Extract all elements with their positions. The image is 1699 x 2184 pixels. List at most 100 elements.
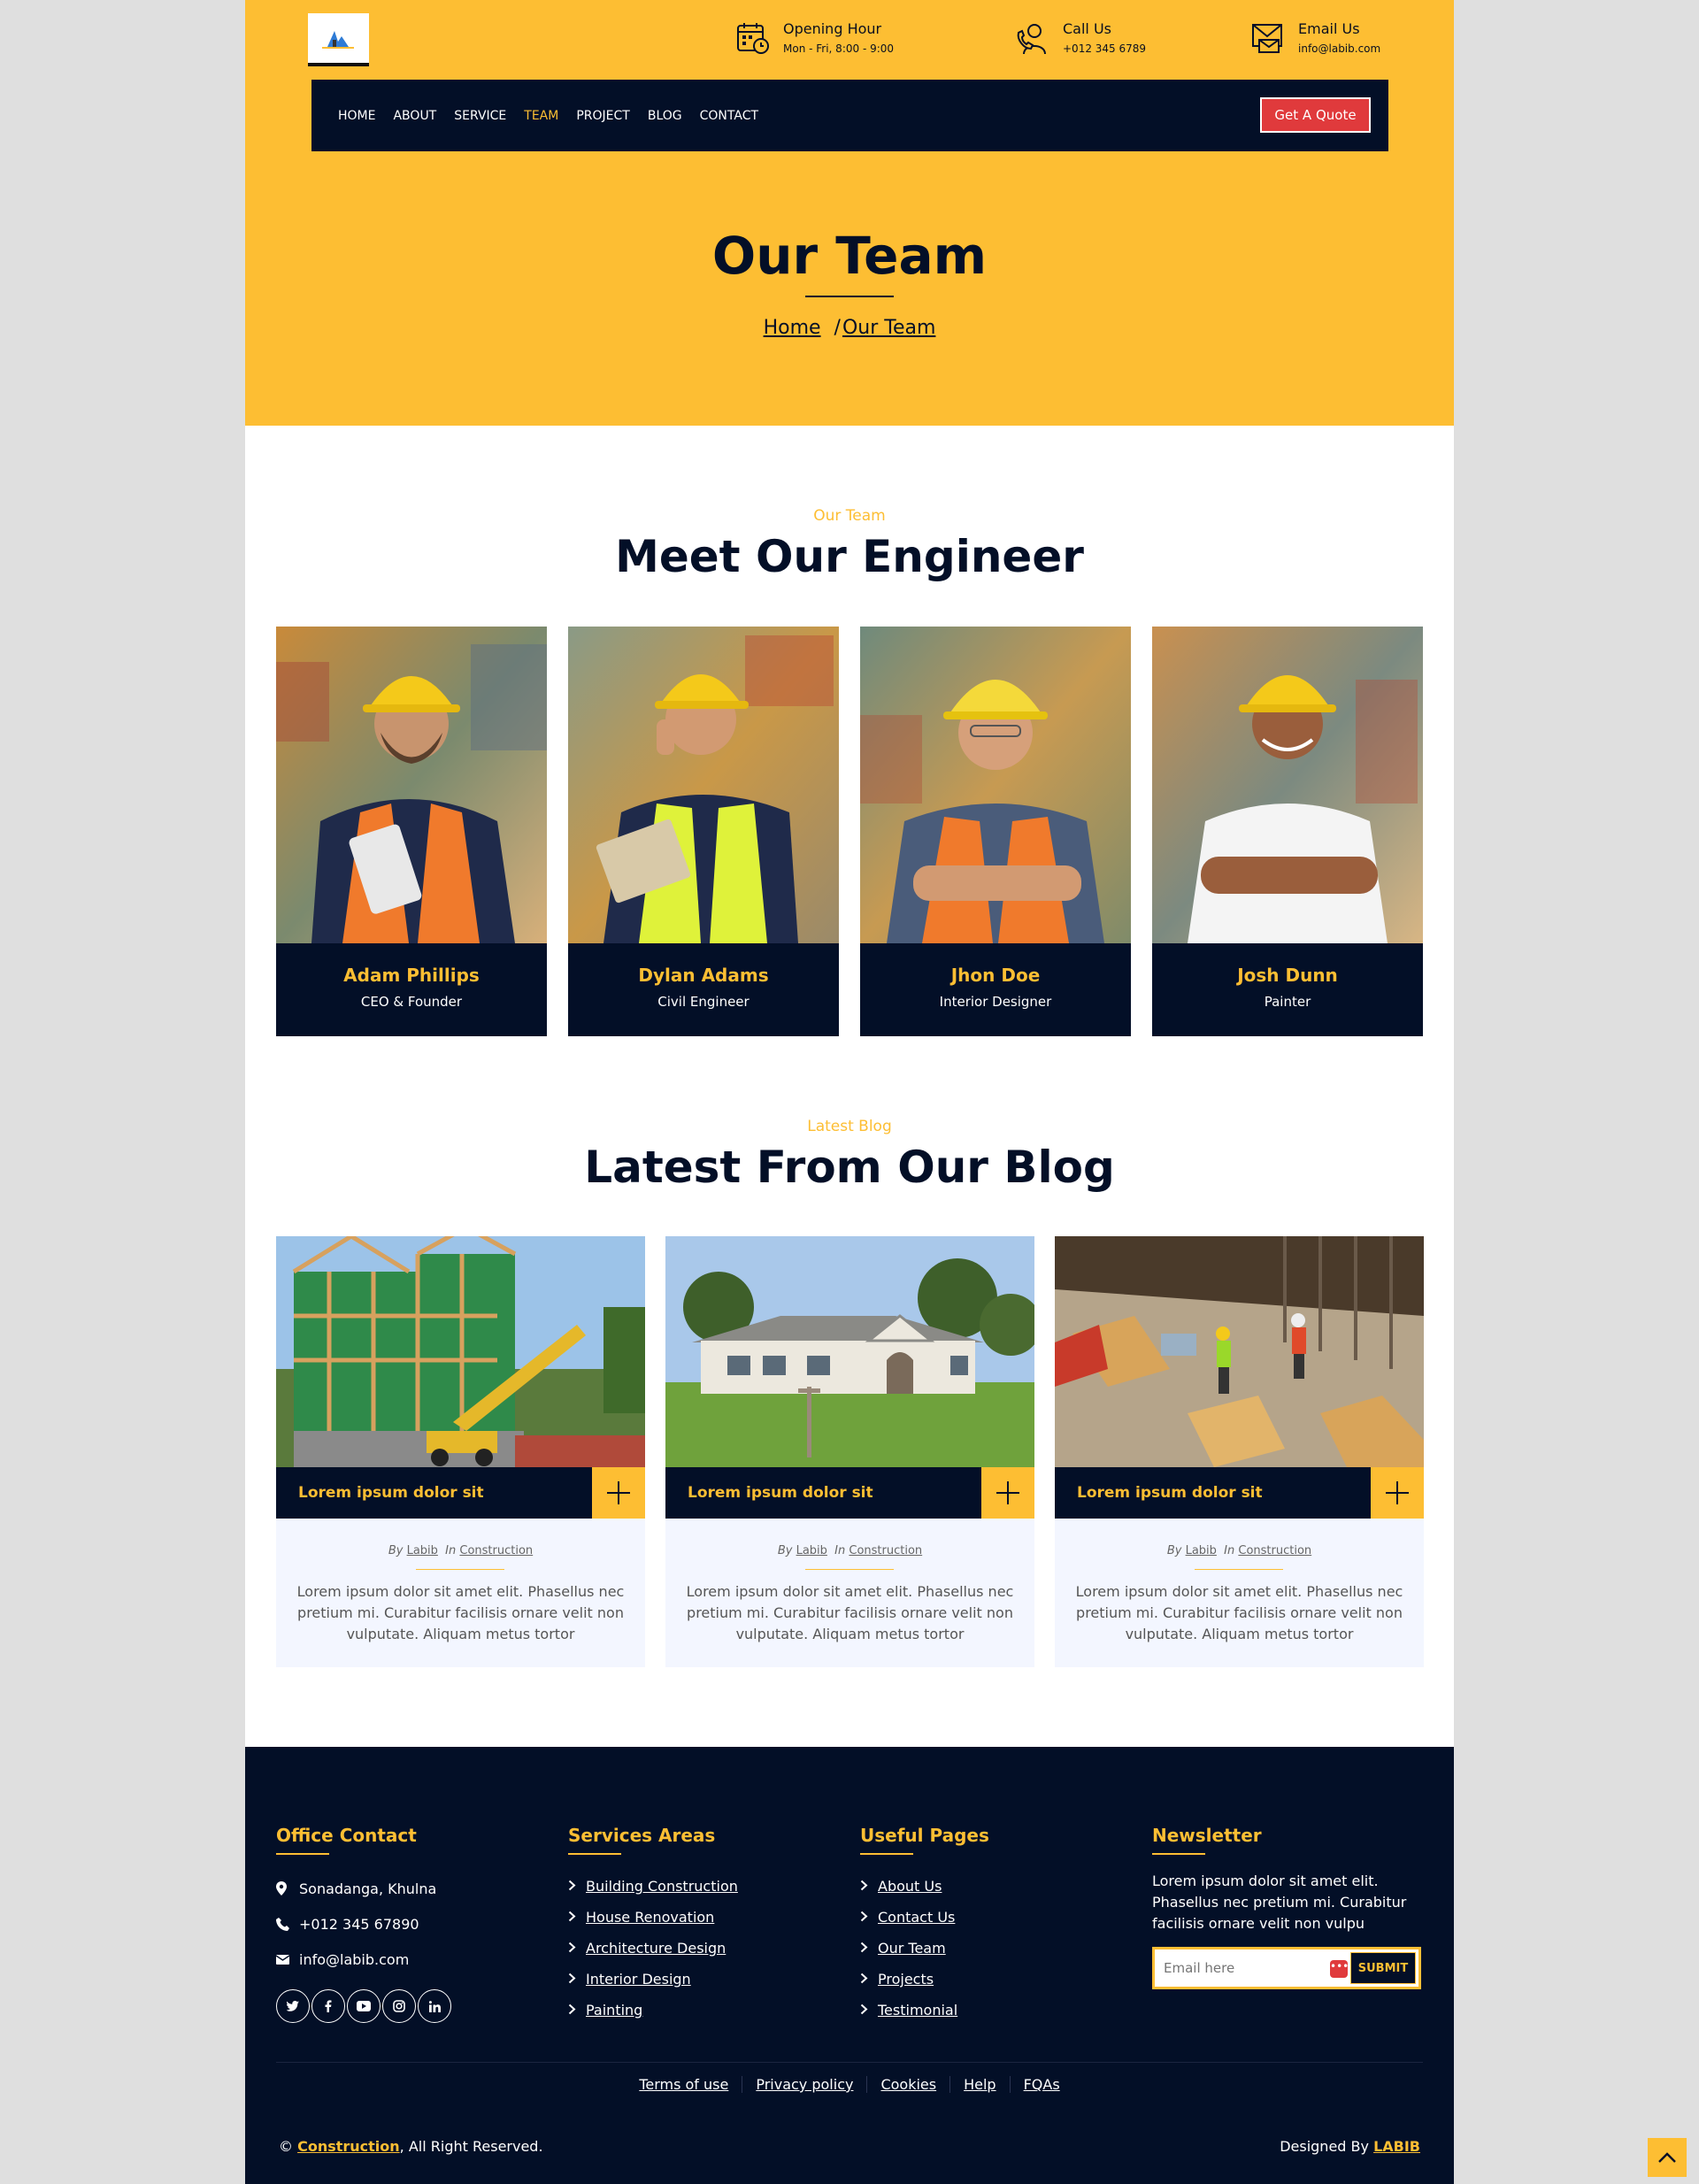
heading-underline	[276, 1853, 329, 1855]
designer-link[interactable]: LABIB	[1373, 2138, 1420, 2155]
team-member-role: Painter	[1264, 994, 1311, 1010]
team-member-role: Civil Engineer	[657, 994, 750, 1010]
footer-phone-text[interactable]: +012 345 67890	[299, 1916, 419, 1933]
footer-legal-links: Terms of use Privacy policy Cookies Help…	[245, 2076, 1454, 2093]
team-member-name: Adam Phillips	[343, 965, 480, 986]
blog-post-title[interactable]: Lorem ipsum dolor sit	[1055, 1467, 1371, 1519]
newsletter-email-input[interactable]	[1155, 1949, 1332, 1987]
copyright-suffix: , All Right Reserved.	[399, 2138, 543, 2155]
map-marker-icon	[276, 1881, 299, 1896]
blog-post-meta: By Labib In Construction	[665, 1544, 1034, 1557]
legal-link-privacy[interactable]: Privacy policy	[742, 2076, 866, 2093]
team-member-role: CEO & Founder	[360, 994, 463, 1010]
nav-item-project[interactable]: PROJECT	[576, 109, 630, 123]
meta-in-label: In	[1224, 1544, 1235, 1557]
footer-email-text[interactable]: info@labib.com	[299, 1951, 409, 1968]
nav-item-contact[interactable]: CONTACT	[700, 109, 758, 123]
footer-link[interactable]: Building Construction	[568, 1871, 738, 1902]
footer-link[interactable]: Projects	[860, 1964, 989, 1995]
call-us-info: Call Us +012 345 6789	[1015, 20, 1146, 56]
blog-post-excerpt: Lorem ipsum dolor sit amet elit. Phasell…	[1075, 1583, 1403, 1642]
heading-underline	[568, 1853, 621, 1855]
blog-author-link[interactable]: Labib	[407, 1544, 438, 1557]
phone-support-icon	[1017, 24, 1046, 55]
team-member-photo	[568, 627, 839, 943]
footer-link[interactable]: House Renovation	[568, 1902, 738, 1933]
blog-author-link[interactable]: Labib	[1186, 1544, 1217, 1557]
footer-link-label[interactable]: About Us	[878, 1878, 942, 1895]
blog-post-meta: By Labib In Construction	[1055, 1544, 1424, 1557]
blog-category-link[interactable]: Construction	[849, 1544, 922, 1557]
call-us-value[interactable]: +012 345 6789	[1063, 42, 1146, 55]
footer-link[interactable]: Testimonial	[860, 1995, 989, 2026]
email-us-title: Email Us	[1298, 20, 1360, 37]
footer-link[interactable]: Our Team	[860, 1933, 989, 1964]
twitter-icon[interactable]	[276, 1989, 310, 2023]
nav-item-blog[interactable]: BLOG	[648, 109, 682, 123]
blog-category-link[interactable]: Construction	[459, 1544, 533, 1557]
footer-link[interactable]: Painting	[568, 1995, 738, 2026]
heading-underline	[1152, 1853, 1205, 1855]
password-manager-icon[interactable]: •••	[1330, 1960, 1349, 1978]
footer-link[interactable]: Contact Us	[860, 1902, 989, 1933]
blog-post-image[interactable]	[665, 1236, 1034, 1467]
footer-link-label[interactable]: Contact Us	[878, 1909, 955, 1926]
email-us-value[interactable]: info@labib.com	[1298, 42, 1380, 55]
breadcrumb-home[interactable]: Home	[764, 317, 821, 339]
team-card[interactable]: Dylan Adams Civil Engineer	[568, 627, 839, 1036]
chevron-up-icon	[1658, 2152, 1676, 2163]
footer-link-label[interactable]: House Renovation	[586, 1909, 714, 1926]
blog-category-link[interactable]: Construction	[1238, 1544, 1311, 1557]
linkedin-icon[interactable]	[418, 1989, 451, 2023]
footer-link-label[interactable]: Architecture Design	[586, 1940, 726, 1957]
legal-link-help[interactable]: Help	[949, 2076, 1009, 2093]
site-footer: Office Contact Sonadanga, Khulna +012 34…	[245, 1747, 1454, 2184]
team-card[interactable]: Jhon Doe Interior Designer	[860, 627, 1131, 1036]
chevron-right-icon	[860, 1940, 878, 1957]
nav-item-team[interactable]: TEAM	[524, 109, 558, 123]
back-to-top-button[interactable]	[1648, 2138, 1687, 2177]
footer-link-label[interactable]: Testimonial	[878, 2002, 957, 2019]
blog-author-link[interactable]: Labib	[796, 1544, 827, 1557]
blog-post-image[interactable]	[1055, 1236, 1424, 1467]
footer-address-text: Sonadanga, Khulna	[299, 1880, 437, 1897]
footer-link-label[interactable]: Building Construction	[586, 1878, 738, 1895]
nav-item-service[interactable]: SERVICE	[454, 109, 506, 123]
footer-heading: Office Contact	[276, 1825, 417, 1846]
nav-item-about[interactable]: ABOUT	[393, 109, 436, 123]
plus-icon[interactable]	[981, 1467, 1034, 1519]
footer-link[interactable]: Architecture Design	[568, 1933, 738, 1964]
plus-icon[interactable]	[1371, 1467, 1424, 1519]
get-a-quote-button[interactable]: Get A Quote	[1260, 97, 1371, 133]
breadcrumb-separator: /	[834, 317, 841, 339]
legal-link-faqs[interactable]: FQAs	[1009, 2076, 1073, 2093]
blog-post-image[interactable]	[276, 1236, 645, 1467]
footer-link-label[interactable]: Projects	[878, 1971, 934, 1988]
footer-link-label[interactable]: Painting	[586, 2002, 642, 2019]
blog-post-title[interactable]: Lorem ipsum dolor sit	[276, 1467, 592, 1519]
footer-heading: Newsletter	[1152, 1825, 1262, 1846]
breadcrumb-current[interactable]: Our Team	[842, 317, 935, 339]
envelope-icon	[276, 1954, 299, 1965]
blog-post-excerpt: Lorem ipsum dolor sit amet elit. Phasell…	[296, 1583, 625, 1642]
instagram-icon[interactable]	[382, 1989, 416, 2023]
blog-post-title[interactable]: Lorem ipsum dolor sit	[665, 1467, 981, 1519]
plus-icon[interactable]	[592, 1467, 645, 1519]
footer-link[interactable]: Interior Design	[568, 1964, 738, 1995]
facebook-icon[interactable]	[311, 1989, 345, 2023]
footer-link[interactable]: About Us	[860, 1871, 989, 1902]
nav-item-home[interactable]: HOME	[338, 109, 375, 123]
copyright-brand-link[interactable]: Construction	[297, 2138, 400, 2155]
footer-link-label[interactable]: Interior Design	[586, 1971, 691, 1988]
footer-link-label[interactable]: Our Team	[878, 1940, 946, 1957]
site-logo[interactable]	[308, 13, 369, 66]
legal-link-cookies[interactable]: Cookies	[866, 2076, 949, 2093]
newsletter-submit-button[interactable]: SUBMIT	[1350, 1952, 1416, 1984]
youtube-icon[interactable]	[347, 1989, 381, 2023]
legal-link-terms[interactable]: Terms of use	[626, 2076, 742, 2093]
team-card[interactable]: Adam Phillips CEO & Founder	[276, 627, 547, 1036]
chevron-right-icon	[568, 1971, 586, 1988]
chevron-right-icon	[568, 1909, 586, 1926]
copyright: © Construction, All Right Reserved.	[279, 2138, 543, 2155]
team-card[interactable]: Josh Dunn Painter	[1152, 627, 1423, 1036]
